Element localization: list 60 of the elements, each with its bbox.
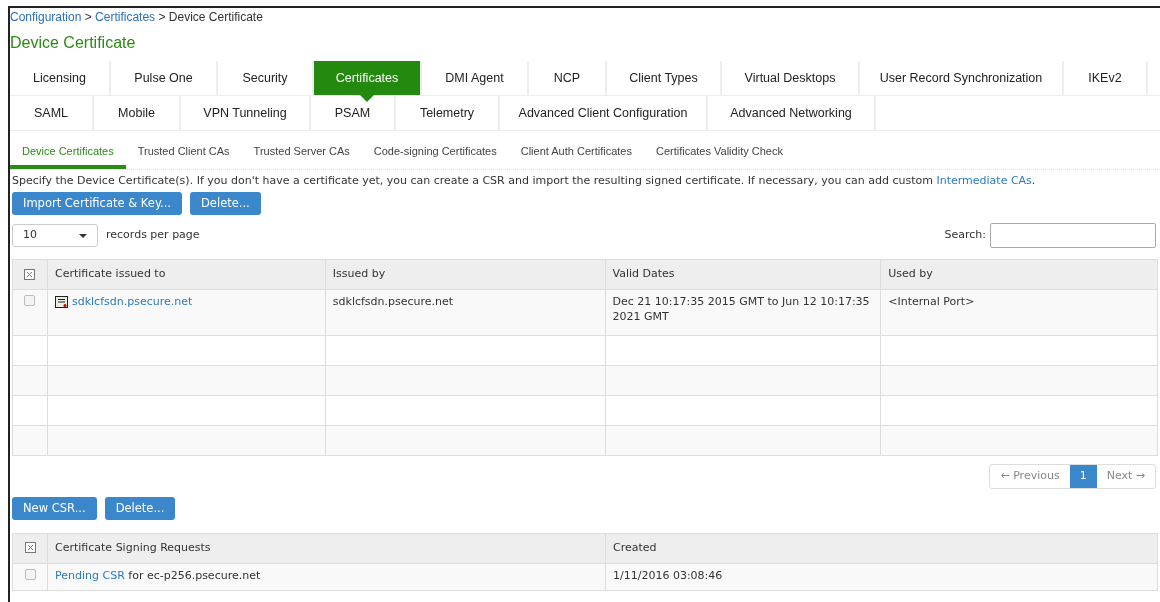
breadcrumb-current: Device Certificate (168, 10, 263, 24)
nav-tab[interactable]: Client Types (607, 61, 722, 96)
records-per-page-label: records per page (106, 228, 200, 243)
tab-pointer-icon (360, 95, 374, 103)
column-header: Certificate issued to (47, 259, 326, 290)
column-header: Used by (880, 259, 1158, 290)
intermediate-cas-link[interactable]: Intermediate CAs (936, 174, 1032, 188)
csr-link[interactable]: Pending CSR (55, 568, 125, 582)
sub-tab[interactable]: Client Auth Certificates (508, 141, 644, 170)
table-cell: sdklcfsdn.psecure.net (325, 289, 606, 336)
table-cell: Dec 21 10:17:35 2015 GMT to Jun 12 10:17:35 2021 GMT (605, 289, 881, 336)
column-header: Certificate Signing Requests (47, 533, 606, 564)
column-header: Created (605, 533, 1158, 564)
nav-tab[interactable]: User Record Synchronization (860, 61, 1064, 96)
action-button[interactable]: Delete... (190, 192, 261, 216)
table-cell: 1/11/2016 03:08:46 (605, 563, 1158, 591)
description-text: Specify the Device Certificate(s). If you don't have a certificate yet, you can create a CSR and import the resulting signed certificate. If necessary, you can add custom Intermediate CAs. (12, 174, 1037, 190)
nav-tab[interactable]: Licensing (10, 61, 111, 96)
action-button[interactable]: New CSR... (12, 496, 97, 520)
sub-tab[interactable]: Certificates Validity Check (643, 141, 795, 170)
nav-tab[interactable]: PSAM (311, 96, 396, 131)
sub-tab[interactable]: Device Certificates (10, 141, 126, 170)
nav-tab[interactable]: VPN Tunneling (181, 96, 311, 131)
nav-tab[interactable]: IKEv2 (1064, 61, 1148, 96)
search-label: Search: (944, 228, 986, 243)
csr-description: Pending CSR for ec-p256.psecure.net (47, 563, 606, 591)
breadcrumb-link[interactable]: Certificates (95, 10, 156, 24)
breadcrumb-separator: > (83, 10, 93, 24)
column-header: Valid Dates (605, 259, 881, 290)
column-header: Issued by (325, 259, 606, 290)
sub-tab[interactable]: Code-signing Certificates (361, 141, 509, 170)
action-button[interactable]: Import Certificate & Key... (12, 192, 182, 216)
nav-tab[interactable]: DMI Agent (422, 61, 529, 96)
pagination-item[interactable]: ← Previous (990, 465, 1070, 488)
select-all-checkbox-icon[interactable] (24, 542, 36, 554)
table-cell: <Internal Port> (880, 289, 1158, 336)
row-checkbox[interactable] (24, 568, 36, 580)
page-title: Device Certificate (10, 33, 137, 53)
nav-tab[interactable]: Pulse One (111, 61, 218, 96)
breadcrumb-link[interactable]: Configuration (10, 10, 82, 24)
certificate-link[interactable]: sdklcfsdn.psecure.net (72, 295, 193, 310)
nav-tab[interactable]: SAML (10, 96, 94, 131)
certificate-icon (55, 296, 68, 309)
nav-tab[interactable]: Advanced Networking (708, 96, 876, 131)
row-checkbox[interactable] (24, 295, 36, 307)
action-button[interactable]: Delete... (104, 496, 176, 520)
search-field[interactable] (990, 223, 1156, 249)
nav-tab[interactable]: Mobile (94, 96, 181, 131)
pagination-item[interactable]: Next → (1096, 465, 1155, 488)
nav-tab[interactable]: NCP (529, 61, 607, 96)
page-size-select[interactable]: 10 (12, 224, 98, 248)
nav-tab[interactable]: Virtual Desktops (722, 61, 860, 96)
caret-icon (79, 233, 87, 238)
sub-tab[interactable]: Trusted Client CAs (125, 141, 242, 170)
pagination-item[interactable]: 1 (1069, 465, 1097, 488)
sub-tab[interactable]: Trusted Server CAs (241, 141, 362, 170)
nav-tab[interactable]: Advanced Client Configuration (500, 96, 708, 131)
breadcrumb-separator: > (157, 10, 167, 24)
nav-tab[interactable]: Telemetry (396, 96, 500, 131)
select-all-checkbox-icon[interactable] (24, 268, 36, 280)
